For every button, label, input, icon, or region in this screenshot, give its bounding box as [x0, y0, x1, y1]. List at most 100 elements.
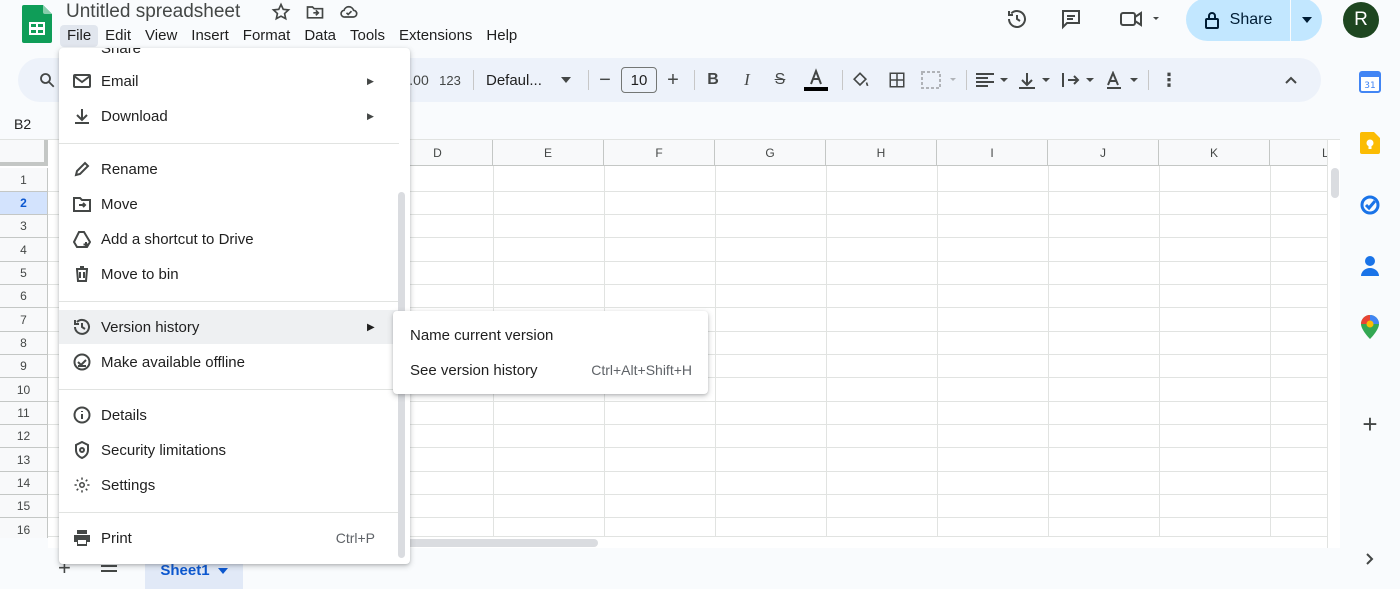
cloud-status-icon[interactable]	[338, 1, 360, 23]
vertical-scrollbar[interactable]	[1327, 140, 1340, 548]
menu-file[interactable]: File	[60, 25, 99, 47]
horizontal-scroll-thumb[interactable]	[400, 539, 598, 547]
menu-item-download[interactable]: Download ▶	[59, 99, 399, 133]
row-header-11[interactable]: 11	[0, 402, 48, 425]
svg-text:31: 31	[1364, 81, 1375, 91]
column-header-k[interactable]: K	[1159, 140, 1270, 166]
column-header-h[interactable]: H	[826, 140, 937, 166]
font-size-input[interactable]: 10	[621, 67, 657, 93]
comments-icon[interactable]	[1056, 4, 1086, 34]
row-header-9[interactable]: 9	[0, 355, 48, 378]
menu-item-move-to-bin[interactable]: Move to bin	[59, 257, 399, 291]
row-header-13[interactable]: 13	[0, 448, 48, 472]
menu-item-rename[interactable]: Rename	[59, 152, 399, 186]
menu-item-see-version-history[interactable]: See version history Ctrl+Alt+Shift+H	[393, 353, 708, 387]
row-header-3[interactable]: 3	[0, 215, 48, 238]
menu-item-name-current-version[interactable]: Name current version	[393, 318, 708, 352]
sheets-logo-icon[interactable]	[22, 5, 52, 43]
menu-item-move[interactable]: Move	[59, 187, 399, 221]
menu-view[interactable]: View	[138, 25, 184, 47]
more-formats-button[interactable]: 123	[436, 58, 464, 102]
row-header-16[interactable]: 16	[0, 518, 48, 538]
bold-icon[interactable]: B	[702, 58, 724, 102]
column-header-f[interactable]: F	[604, 140, 715, 166]
row-header-12[interactable]: 12	[0, 425, 48, 448]
calendar-icon[interactable]: 31	[1358, 70, 1382, 94]
menu-insert[interactable]: Insert	[184, 25, 236, 47]
row-header-6[interactable]: 6	[0, 285, 48, 308]
pencil-icon	[71, 158, 93, 180]
drive-shortcut-icon	[71, 228, 93, 250]
keep-icon[interactable]	[1358, 131, 1382, 155]
email-icon	[71, 70, 93, 92]
column-header-g[interactable]: G	[715, 140, 826, 166]
collapse-toolbar-chevron-icon[interactable]	[1278, 58, 1304, 102]
italic-icon[interactable]: I	[736, 58, 758, 102]
select-all-corner[interactable]	[0, 140, 48, 166]
row-header-15[interactable]: 15	[0, 495, 48, 518]
vertical-align-icon[interactable]	[1014, 58, 1054, 102]
side-panel: 31 +	[1340, 44, 1400, 589]
merge-cells-icon[interactable]	[918, 58, 962, 102]
font-size-decrease-icon[interactable]: −	[594, 58, 616, 102]
row-header-8[interactable]: 8	[0, 332, 48, 355]
horizontal-align-icon[interactable]	[972, 58, 1012, 102]
column-header-e[interactable]: E	[493, 140, 604, 166]
menu-item-print[interactable]: Print Ctrl+P	[59, 521, 399, 555]
text-wrapping-icon[interactable]	[1058, 58, 1098, 102]
column-header-i[interactable]: I	[937, 140, 1048, 166]
menu-item-add-shortcut[interactable]: Add a shortcut to Drive	[59, 222, 399, 256]
expand-panel-chevron-icon[interactable]	[1358, 547, 1382, 571]
menu-data[interactable]: Data	[297, 25, 343, 47]
meet-icon[interactable]	[1114, 4, 1164, 34]
row-header-4[interactable]: 4	[0, 238, 48, 262]
share-button[interactable]: Share	[1186, 0, 1290, 41]
search-menus-icon[interactable]	[32, 58, 62, 102]
font-family-chevron-icon[interactable]	[558, 58, 574, 102]
menu-item-email[interactable]: Email ▶	[59, 64, 399, 98]
row-header-7[interactable]: 7	[0, 308, 48, 332]
column-header-j[interactable]: J	[1048, 140, 1159, 166]
star-icon[interactable]	[270, 1, 292, 23]
font-size-increase-icon[interactable]: +	[662, 58, 684, 102]
row-header-2[interactable]: 2	[0, 192, 48, 215]
text-color-icon[interactable]	[802, 58, 830, 102]
decimal-increase-icon[interactable]: .00	[409, 58, 429, 102]
fill-color-icon[interactable]	[848, 58, 872, 102]
menu-format[interactable]: Format	[236, 25, 298, 47]
version-history-icon[interactable]	[1002, 4, 1032, 34]
maps-icon[interactable]	[1358, 315, 1382, 339]
add-addon-icon[interactable]: +	[1358, 409, 1382, 439]
menu-item-share[interactable]: Share	[59, 48, 399, 65]
name-box[interactable]: B2	[14, 116, 31, 132]
menu-item-details[interactable]: Details	[59, 398, 399, 432]
strikethrough-icon[interactable]: S	[769, 58, 791, 102]
menu-help[interactable]: Help	[479, 25, 524, 47]
vertical-scroll-thumb[interactable]	[1331, 168, 1339, 198]
print-shortcut: Ctrl+P	[335, 530, 375, 546]
avatar[interactable]: R	[1343, 2, 1379, 38]
contacts-icon[interactable]	[1358, 254, 1382, 278]
move-folder-icon[interactable]	[304, 1, 326, 23]
share-options-chevron-icon[interactable]	[1292, 0, 1322, 41]
column-header-l[interactable]: L	[1270, 140, 1327, 166]
tasks-icon[interactable]	[1358, 193, 1382, 217]
row-header-14[interactable]: 14	[0, 472, 48, 495]
row-header-10[interactable]: 10	[0, 378, 48, 402]
row-header-1[interactable]: 1	[0, 168, 48, 192]
more-options-icon[interactable]: ⋮	[1158, 58, 1180, 102]
text-rotation-icon[interactable]	[1102, 58, 1142, 102]
menu-item-security[interactable]: Security limitations	[59, 433, 399, 467]
trash-icon	[71, 263, 93, 285]
menu-edit[interactable]: Edit	[98, 25, 138, 47]
document-title[interactable]: Untitled spreadsheet	[66, 1, 240, 23]
menu-item-settings[interactable]: Settings	[59, 468, 399, 502]
row-header-5[interactable]: 5	[0, 262, 48, 285]
menu-tools[interactable]: Tools	[343, 25, 392, 47]
borders-icon[interactable]	[885, 58, 909, 102]
menu-item-version-history[interactable]: Version history ▶	[59, 310, 399, 344]
menu-item-offline[interactable]: Make available offline	[59, 345, 399, 379]
share-label: Share	[1229, 10, 1273, 28]
sheet-tab-chevron-icon[interactable]	[217, 567, 228, 574]
menu-extensions[interactable]: Extensions	[392, 25, 479, 47]
